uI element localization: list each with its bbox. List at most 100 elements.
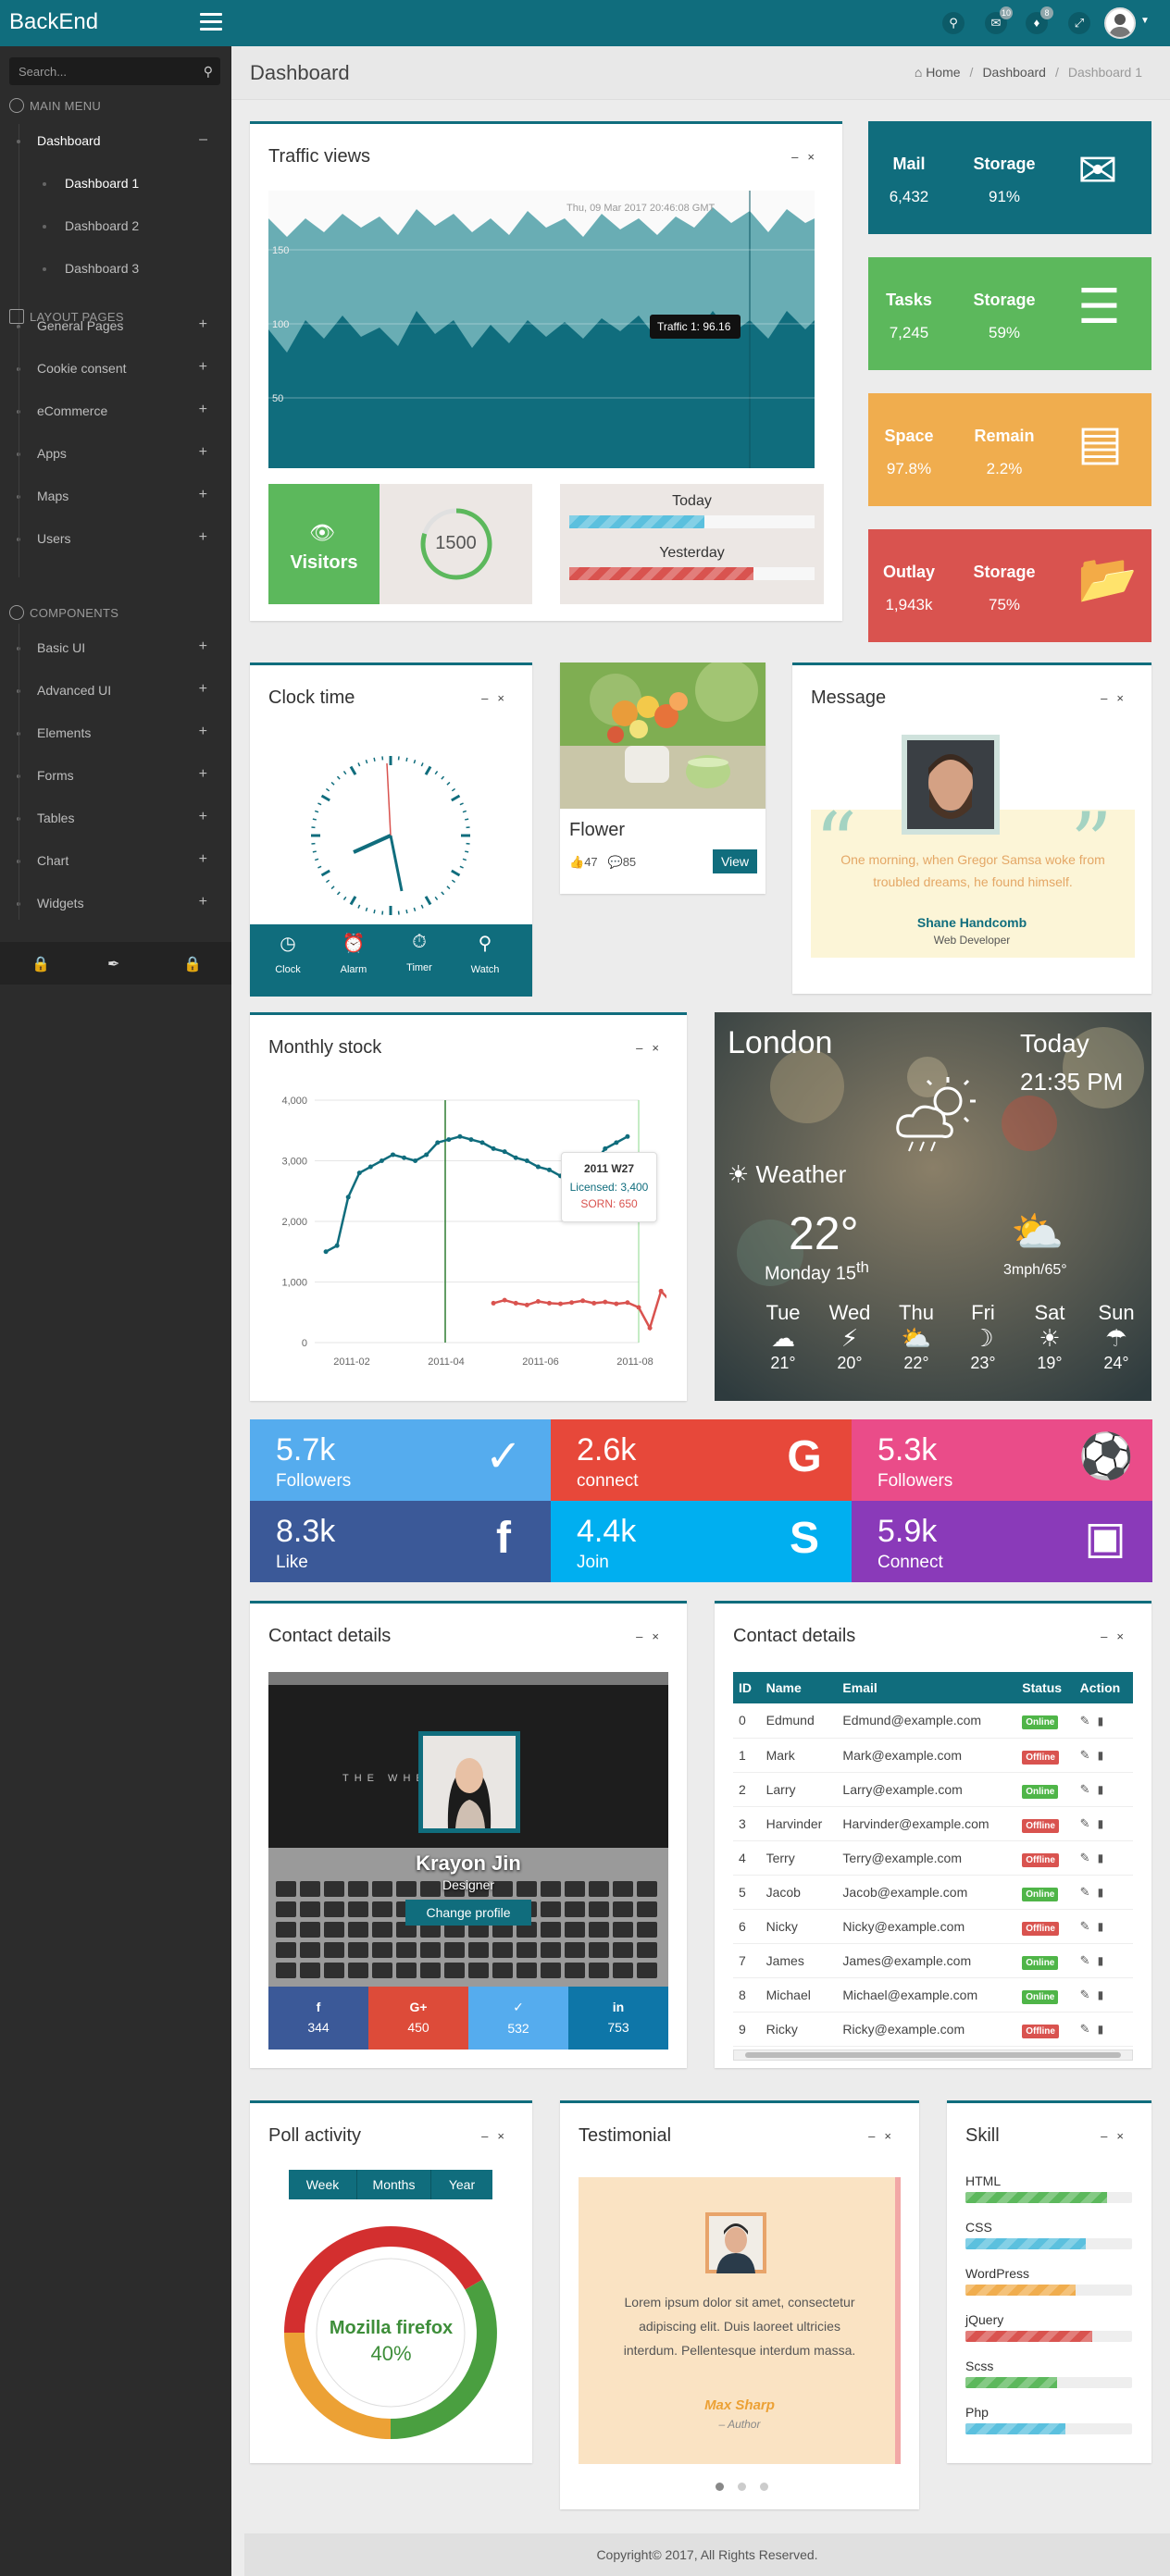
edit-icon[interactable]: ✎ <box>1080 1919 1090 1933</box>
change-profile-button[interactable]: Change profile <box>405 1900 531 1926</box>
stat-tile[interactable]: Tasks 7,245 Storage 59% ☰ <box>868 257 1151 370</box>
delete-icon[interactable]: ▮ <box>1098 1886 1104 1899</box>
brand-logo[interactable]: BackEnd <box>9 9 98 35</box>
expand-icon[interactable]: + <box>199 681 207 698</box>
table-row[interactable]: 3 Harvinder Harvinder@example.com Offline ✎ ▮ <box>733 1806 1133 1841</box>
card-tools[interactable]: –× <box>481 2129 514 2143</box>
column-header-id[interactable]: ID <box>733 1672 761 1703</box>
table-row[interactable]: 6 Nicky Nicky@example.com Offline ✎ ▮ <box>733 1909 1133 1944</box>
edit-icon[interactable]: ✎ <box>1080 1988 1090 2001</box>
column-header-name[interactable]: Name <box>760 1672 838 1703</box>
delete-icon[interactable]: ▮ <box>1098 1920 1104 1933</box>
sidebar-item-maps[interactable]: Maps + <box>0 476 231 518</box>
delete-icon[interactable]: ▮ <box>1098 1715 1104 1728</box>
social-tile-dribbble[interactable]: 5.3k Followers ⚽ <box>852 1419 1152 1501</box>
column-header-email[interactable]: Email <box>837 1672 1017 1703</box>
breadcrumb-home[interactable]: Home <box>926 65 960 80</box>
lock-icon[interactable]: 🔒 <box>31 955 50 973</box>
table-row[interactable]: 5 Jacob Jacob@example.com Online ✎ ▮ <box>733 1875 1133 1910</box>
card-tools[interactable]: –× <box>1101 1629 1133 1643</box>
poll-tab-year[interactable]: Year <box>431 2170 492 2199</box>
sidebar-item-dashboard-3[interactable]: Dashboard 3 <box>0 248 231 291</box>
expand-icon[interactable]: + <box>199 359 207 376</box>
clock-tab-alarm[interactable]: ⏰ Alarm <box>321 932 386 987</box>
poll-tab-week[interactable]: Week <box>289 2170 357 2199</box>
expand-icon[interactable]: + <box>199 851 207 868</box>
sidebar-item-tables[interactable]: Tables + <box>0 798 231 840</box>
thumbs-up-icon[interactable]: 👍 <box>569 855 584 869</box>
table-row[interactable]: 9 Ricky Ricky@example.com Offline ✎ ▮ <box>733 2012 1133 2047</box>
table-row[interactable]: 7 James James@example.com Online ✎ ▮ <box>733 1943 1133 1978</box>
stat-tile[interactable]: Space 97.8% Remain 2.2% ▤ <box>868 393 1151 506</box>
flower-view-button[interactable]: View <box>713 849 757 873</box>
edit-icon[interactable]: ✎ <box>1080 1816 1090 1830</box>
table-row[interactable]: 1 Mark Mark@example.com Offline ✎ ▮ <box>733 1738 1133 1773</box>
card-tools[interactable]: –× <box>636 1629 668 1643</box>
sidebar-item-elements[interactable]: Elements + <box>0 712 231 755</box>
delete-icon[interactable]: ▮ <box>1098 1783 1104 1796</box>
logout-lock-icon[interactable]: 🔒 <box>183 955 202 973</box>
expand-icon[interactable]: + <box>199 894 207 910</box>
card-tools[interactable]: –× <box>636 1041 668 1055</box>
edit-icon[interactable]: ✎ <box>1080 1782 1090 1796</box>
carousel-dot[interactable] <box>760 2483 768 2491</box>
card-tools[interactable]: –× <box>868 2129 901 2143</box>
expand-icon[interactable]: + <box>199 444 207 461</box>
edit-icon[interactable]: ✎ <box>1080 1885 1090 1899</box>
expand-icon[interactable]: + <box>199 724 207 740</box>
sidebar-item-users[interactable]: Users + <box>0 518 231 561</box>
collapse-icon[interactable]: – <box>199 131 207 148</box>
carousel-dots[interactable] <box>716 2483 771 2492</box>
table-row[interactable]: 8 Michael Michael@example.com Online ✎ ▮ <box>733 1977 1133 2012</box>
expand-icon[interactable]: + <box>199 809 207 825</box>
social-tile-twitter[interactable]: 5.7k Followers ✓ <box>250 1419 551 1501</box>
edit-icon[interactable]: ✎ <box>1080 1953 1090 1967</box>
edit-icon[interactable]: ✎ <box>1080 1714 1090 1728</box>
delete-icon[interactable]: ▮ <box>1098 2023 1104 2036</box>
scrollbar-thumb[interactable] <box>745 2052 1121 2058</box>
hamburger-menu-icon[interactable] <box>200 13 222 31</box>
table-row[interactable]: 4 Terry Terry@example.com Offline ✎ ▮ <box>733 1840 1133 1876</box>
social-tile-google[interactable]: 2.6k connect G <box>551 1419 852 1501</box>
sidebar-item-cookie-consent[interactable]: Cookie consent + <box>0 348 231 390</box>
stat-tile[interactable]: Outlay 1,943k Storage 75% 📂 <box>868 529 1151 642</box>
search-icon[interactable]: ⚲ <box>942 12 965 34</box>
sidebar-item-widgets[interactable]: Widgets + <box>0 883 231 925</box>
card-tools[interactable]: –× <box>1101 691 1133 705</box>
delete-icon[interactable]: ▮ <box>1098 1954 1104 1967</box>
sidebar-item-dashboard-2[interactable]: Dashboard 2 <box>0 205 231 248</box>
breadcrumb-dashboard[interactable]: Dashboard <box>982 65 1046 80</box>
expand-icon[interactable]: + <box>199 766 207 783</box>
expand-icon[interactable]: + <box>199 402 207 418</box>
notification-icon[interactable]: ♦ 8 <box>1026 6 1053 34</box>
social-tile-skype[interactable]: 4.4k Join S <box>551 1501 852 1582</box>
sidebar-item-dashboard-1[interactable]: Dashboard 1 <box>0 163 231 205</box>
card-tools[interactable]: –× <box>791 150 824 164</box>
search-icon[interactable]: ⚲ <box>204 64 213 80</box>
poll-tab-months[interactable]: Months <box>357 2170 431 2199</box>
mail-icon[interactable]: ✉ 10 <box>985 6 1013 34</box>
fullscreen-icon[interactable]: ⤢ <box>1068 12 1090 34</box>
table-row[interactable]: 2 Larry Larry@example.com Online ✎ ▮ <box>733 1772 1133 1807</box>
sidebar-item-chart[interactable]: Chart + <box>0 840 231 883</box>
expand-icon[interactable]: + <box>199 638 207 655</box>
column-header-status[interactable]: Status <box>1016 1672 1075 1703</box>
delete-icon[interactable]: ▮ <box>1098 1749 1104 1762</box>
carousel-dot[interactable] <box>738 2483 746 2491</box>
clock-tab-timer[interactable]: ⏱ Timer <box>387 932 452 987</box>
expand-icon[interactable]: + <box>199 316 207 333</box>
sidebar-item-ecommerce[interactable]: eCommerce + <box>0 390 231 433</box>
twitter-share[interactable]: ✓ 532 <box>468 1987 568 2050</box>
edit-icon[interactable]: ✎ <box>1080 1851 1090 1864</box>
sidebar-item-dashboard[interactable]: Dashboard – <box>0 120 231 163</box>
clock-tab-watch[interactable]: ⚲ Watch <box>453 932 517 987</box>
expand-icon[interactable]: + <box>199 529 207 546</box>
user-avatar[interactable] <box>1104 7 1136 39</box>
delete-icon[interactable]: ▮ <box>1098 1817 1104 1830</box>
card-tools[interactable]: –× <box>1101 2129 1133 2143</box>
sidebar-item-advanced-ui[interactable]: Advanced UI + <box>0 670 231 712</box>
facebook-share[interactable]: f 344 <box>268 1987 368 2050</box>
search-input[interactable]: Search... ⚲ <box>9 57 220 85</box>
expand-icon[interactable]: + <box>199 487 207 503</box>
horizontal-scrollbar[interactable] <box>733 2050 1133 2061</box>
